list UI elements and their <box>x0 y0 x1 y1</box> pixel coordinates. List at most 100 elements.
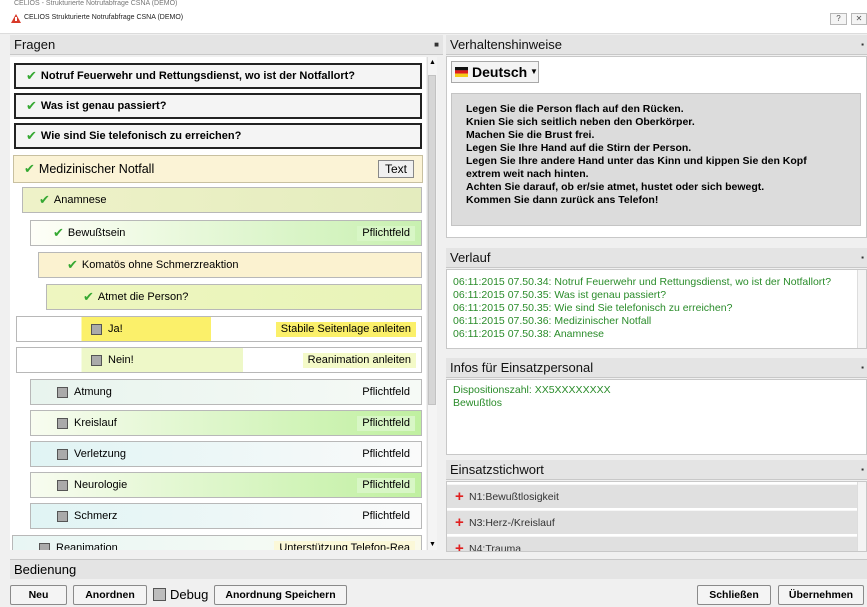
arrange-button[interactable]: Anordnen <box>73 585 147 605</box>
new-button[interactable]: Neu <box>10 585 67 605</box>
bedienung-header: Bedienung <box>10 559 867 579</box>
scrollbar-thumb[interactable] <box>428 75 436 405</box>
question-row[interactable]: ✔ Wie sind Sie telefonisch zu erreichen? <box>14 123 422 149</box>
answer-row[interactable]: Ja! Stabile Seitenlage anleiten <box>16 316 422 342</box>
checkbox[interactable] <box>91 354 102 366</box>
question-row[interactable]: Reanimation Unterstützung Telefon-Rea <box>12 535 422 550</box>
verhalten-header: Verhaltenshinweise ▪ <box>446 35 867 55</box>
app-icon <box>10 13 22 24</box>
question-row[interactable]: ✔ Komatös ohne Schmerzreaktion <box>38 252 422 278</box>
help-button[interactable]: ? <box>830 13 847 25</box>
check-icon: ✔ <box>39 192 50 207</box>
log-entry: 06:11:2015 07.50.35: Wie sind Sie telefo… <box>453 302 733 314</box>
checkbox[interactable] <box>57 386 68 398</box>
panel-menu-icon[interactable]: ▪ <box>861 248 864 268</box>
einsatz-header: Einsatzstichwort ▪ <box>446 460 867 480</box>
question-label: Verletzung <box>74 448 126 460</box>
scroll-up-icon[interactable]: ▲ <box>429 59 436 66</box>
question-label: Bewußtsein <box>67 227 126 239</box>
question-label: Kreislauf <box>74 417 117 429</box>
check-icon: ✔ <box>67 257 78 272</box>
panel-menu-icon[interactable]: ▪ <box>861 460 864 480</box>
question-label: Anamnese <box>53 194 107 206</box>
log-entry: 06:11:2015 07.50.36: Medizinischer Notfa… <box>453 315 652 327</box>
answer-label: Ja! <box>108 323 123 335</box>
list-item[interactable]: + N4:Trauma <box>447 536 865 552</box>
einsatz-label: N4:Trauma <box>469 543 522 552</box>
question-label: Medizinischer Notfall <box>38 162 155 176</box>
checkbox[interactable] <box>57 448 68 460</box>
status-badge: Pflichtfeld <box>357 226 415 241</box>
question-row[interactable]: Schmerz Pflichtfeld <box>30 503 422 529</box>
status-badge: Unterstützung Telefon-Rea <box>274 541 415 550</box>
question-row[interactable]: Neurologie Pflichtfeld <box>30 472 422 498</box>
checkbox[interactable] <box>39 542 50 550</box>
window-title: CELIOS Strukturierte Notrufabfrage CSNA … <box>24 14 184 21</box>
bedienung-title: Bedienung <box>14 562 77 577</box>
einsatz-title: Einsatzstichwort <box>450 462 544 477</box>
chevron-down-icon: ▼ <box>530 67 538 76</box>
status-badge: Pflichtfeld <box>357 478 415 493</box>
debug-checkbox[interactable] <box>153 588 166 601</box>
scroll-down-icon[interactable]: ▼ <box>429 541 436 548</box>
question-row[interactable]: ✔ Atmet die Person? <box>46 284 422 310</box>
list-item[interactable]: + N3:Herz-/Kreislauf <box>447 510 865 534</box>
einsatz-scrollbar[interactable] <box>857 482 866 551</box>
check-icon: ✔ <box>53 225 64 240</box>
question-row[interactable]: Kreislauf Pflichtfeld <box>30 410 422 436</box>
instructions-box: Legen Sie die Person flach auf den Rücke… <box>451 93 861 226</box>
infos-header: Infos für Einsatzpersonal ▪ <box>446 358 867 378</box>
close-button[interactable]: Schließen <box>697 585 771 605</box>
instruction-line: extrem weit nach hinten. <box>466 168 589 180</box>
check-icon: ✔ <box>26 128 37 143</box>
question-row[interactable]: Atmung Pflichtfeld <box>30 379 422 405</box>
red-cross-icon: + <box>455 540 464 552</box>
instruction-line: Legen Sie Ihre andere Hand unter das Kin… <box>466 155 807 167</box>
einsatz-label: N3:Herz-/Kreislauf <box>469 517 555 529</box>
background-window-title: CELIOS - Strukturierte Notrufabfrage CSN… <box>14 0 178 7</box>
infos-panel: Dispositionszahl: XX5XXXXXXXX Bewußtlos <box>446 379 867 455</box>
log-entry: 06:11:2015 07.50.35: Was ist genau passi… <box>453 289 667 301</box>
question-label: Atmung <box>74 386 112 398</box>
question-label: Komatös ohne Schmerzreaktion <box>81 259 239 271</box>
log-entry: 06:11:2015 07.50.34: Notruf Feuerwehr un… <box>453 276 832 288</box>
status-badge: Pflichtfeld <box>362 386 410 398</box>
question-row[interactable]: ✔ Medizinischer Notfall Text <box>13 155 423 183</box>
instruction-line: Knien Sie sich seitlich neben den Oberkö… <box>466 116 695 128</box>
check-icon: ✔ <box>83 289 94 304</box>
check-icon: ✔ <box>24 161 35 176</box>
german-flag-icon <box>455 67 468 77</box>
question-row[interactable]: ✔ Bewußtsein Pflichtfeld <box>30 220 422 246</box>
action-badge: Stabile Seitenlage anleiten <box>275 322 416 337</box>
answer-row[interactable]: Nein! Reanimation anleiten <box>16 347 422 373</box>
question-row[interactable]: Verletzung Pflichtfeld <box>30 441 422 467</box>
infos-title: Infos für Einsatzpersonal <box>450 360 594 375</box>
save-arrangement-button[interactable]: Anordnung Speichern <box>214 585 347 605</box>
checkbox[interactable] <box>57 417 68 429</box>
list-item[interactable]: + N1:Bewußtlosigkeit <box>447 484 865 508</box>
question-label: Notruf Feuerwehr und Rettungsdienst, wo … <box>40 70 356 82</box>
accept-button[interactable]: Übernehmen <box>778 585 864 605</box>
info-line: Bewußtlos <box>453 397 503 409</box>
verlauf-scrollbar[interactable] <box>857 270 866 348</box>
checkbox[interactable] <box>91 323 102 335</box>
question-row[interactable]: ✔ Was ist genau passiert? <box>14 93 422 119</box>
action-badge: Reanimation anleiten <box>302 353 416 368</box>
panel-menu-icon[interactable]: ▪ <box>861 35 864 55</box>
red-cross-icon: + <box>455 514 464 531</box>
text-button[interactable]: Text <box>377 160 414 178</box>
checkbox[interactable] <box>57 479 68 491</box>
einsatz-panel: + N1:Bewußtlosigkeit + N3:Herz-/Kreislau… <box>446 481 867 552</box>
verlauf-panel: 06:11:2015 07.50.34: Notruf Feuerwehr un… <box>446 269 867 349</box>
question-list: ✔ Notruf Feuerwehr und Rettungsdienst, wo… <box>10 57 426 550</box>
status-badge: Pflichtfeld <box>362 510 410 522</box>
pin-icon[interactable]: ■ <box>434 35 439 55</box>
question-row[interactable]: ✔ Notruf Feuerwehr und Rettungsdienst, wo… <box>14 63 422 89</box>
question-row[interactable]: ✔ Anamnese <box>22 187 422 213</box>
status-badge: Pflichtfeld <box>357 416 415 431</box>
close-window-button[interactable]: ✕ <box>851 13 867 25</box>
verlauf-title: Verlauf <box>450 250 491 265</box>
panel-menu-icon[interactable]: ▪ <box>861 358 864 378</box>
question-label: Schmerz <box>74 510 118 522</box>
checkbox[interactable] <box>57 510 68 522</box>
